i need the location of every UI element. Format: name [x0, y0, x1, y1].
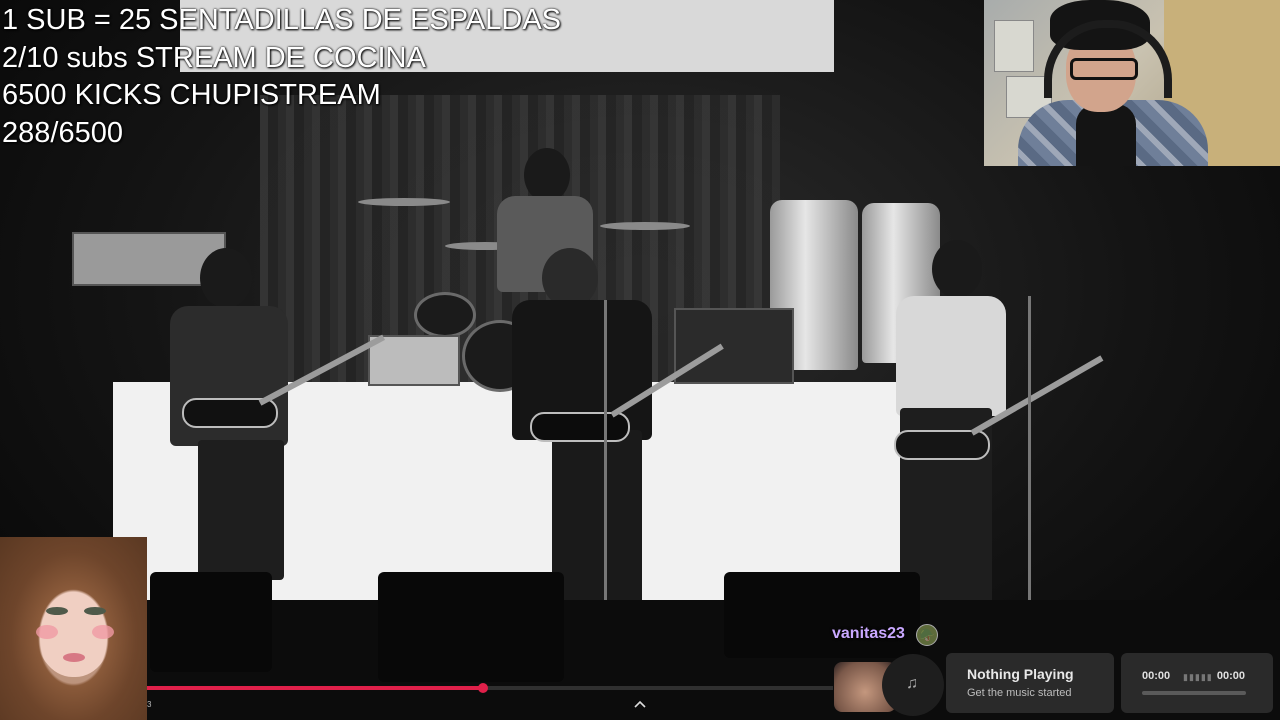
guitar-amp — [368, 335, 460, 386]
stage-monitor — [378, 572, 564, 682]
guest-hair — [0, 537, 147, 720]
video-progress-fill — [147, 686, 484, 690]
badge-glyph: 🪖 — [919, 628, 935, 642]
music-note-icon: ♫ — [906, 675, 918, 692]
goal-line: 1 SUB = 25 SENTADILLAS DE ESPALDAS — [2, 4, 562, 36]
music-player-card: 00:00 ▮▮▮▮▮ 00:00 — [1121, 653, 1273, 713]
guest-blush — [92, 625, 114, 639]
video-progress-bar[interactable] — [147, 683, 833, 693]
music-progress-bar[interactable] — [1142, 691, 1246, 695]
cymbal — [358, 198, 450, 206]
bass-guitar — [894, 430, 990, 460]
guest-eye — [46, 607, 68, 615]
guest-blush — [36, 625, 58, 639]
glasses — [1070, 58, 1138, 80]
drummer-head — [524, 148, 570, 202]
singer-legs — [552, 430, 642, 610]
now-playing-title: Nothing Playing — [967, 666, 1074, 682]
goal-line: 288/6500 — [2, 116, 123, 149]
cymbal — [600, 222, 690, 230]
goal-line: 2/10 subs STREAM DE COCINA — [2, 41, 426, 74]
stage-monitor — [150, 572, 272, 672]
guest-webcam — [0, 537, 147, 720]
guitarist-left-legs — [198, 440, 284, 580]
bassist-torso — [896, 296, 1006, 416]
now-playing-subtitle: Get the music started — [967, 687, 1072, 699]
chevron-up-icon[interactable] — [632, 697, 648, 711]
chat-username[interactable]: vanitas23 — [832, 625, 905, 643]
chat-badge-icon: 🪖 — [916, 624, 938, 646]
mic-stand — [1028, 296, 1031, 626]
equalizer-icon: ▮▮▮▮▮ — [1183, 672, 1213, 682]
bassist-head — [932, 240, 982, 298]
streamer-webcam — [984, 0, 1280, 166]
stream-goals-overlay: 1 SUB = 25 SENTADILLAS DE ESPALDAS 2/10 … — [2, 2, 561, 152]
guest-lips — [63, 653, 85, 662]
stage-monitor — [724, 572, 920, 658]
goal-line: 6500 KICKS CHUPISTREAM — [2, 79, 381, 111]
now-playing-card: Nothing Playing Get the music started — [946, 653, 1114, 713]
wall-poster — [994, 20, 1034, 72]
video-time: 3 — [147, 700, 152, 709]
tom-drum — [414, 292, 476, 338]
music-time-total: 00:00 — [1216, 670, 1245, 682]
guitar-amp — [674, 308, 794, 384]
mic-stand — [604, 300, 607, 640]
guitarist-left-head — [200, 248, 252, 308]
streamer-tshirt — [1076, 104, 1136, 166]
music-time-elapsed: 00:00 — [1142, 670, 1171, 682]
guest-eye — [84, 607, 106, 615]
singer-head — [542, 248, 598, 308]
